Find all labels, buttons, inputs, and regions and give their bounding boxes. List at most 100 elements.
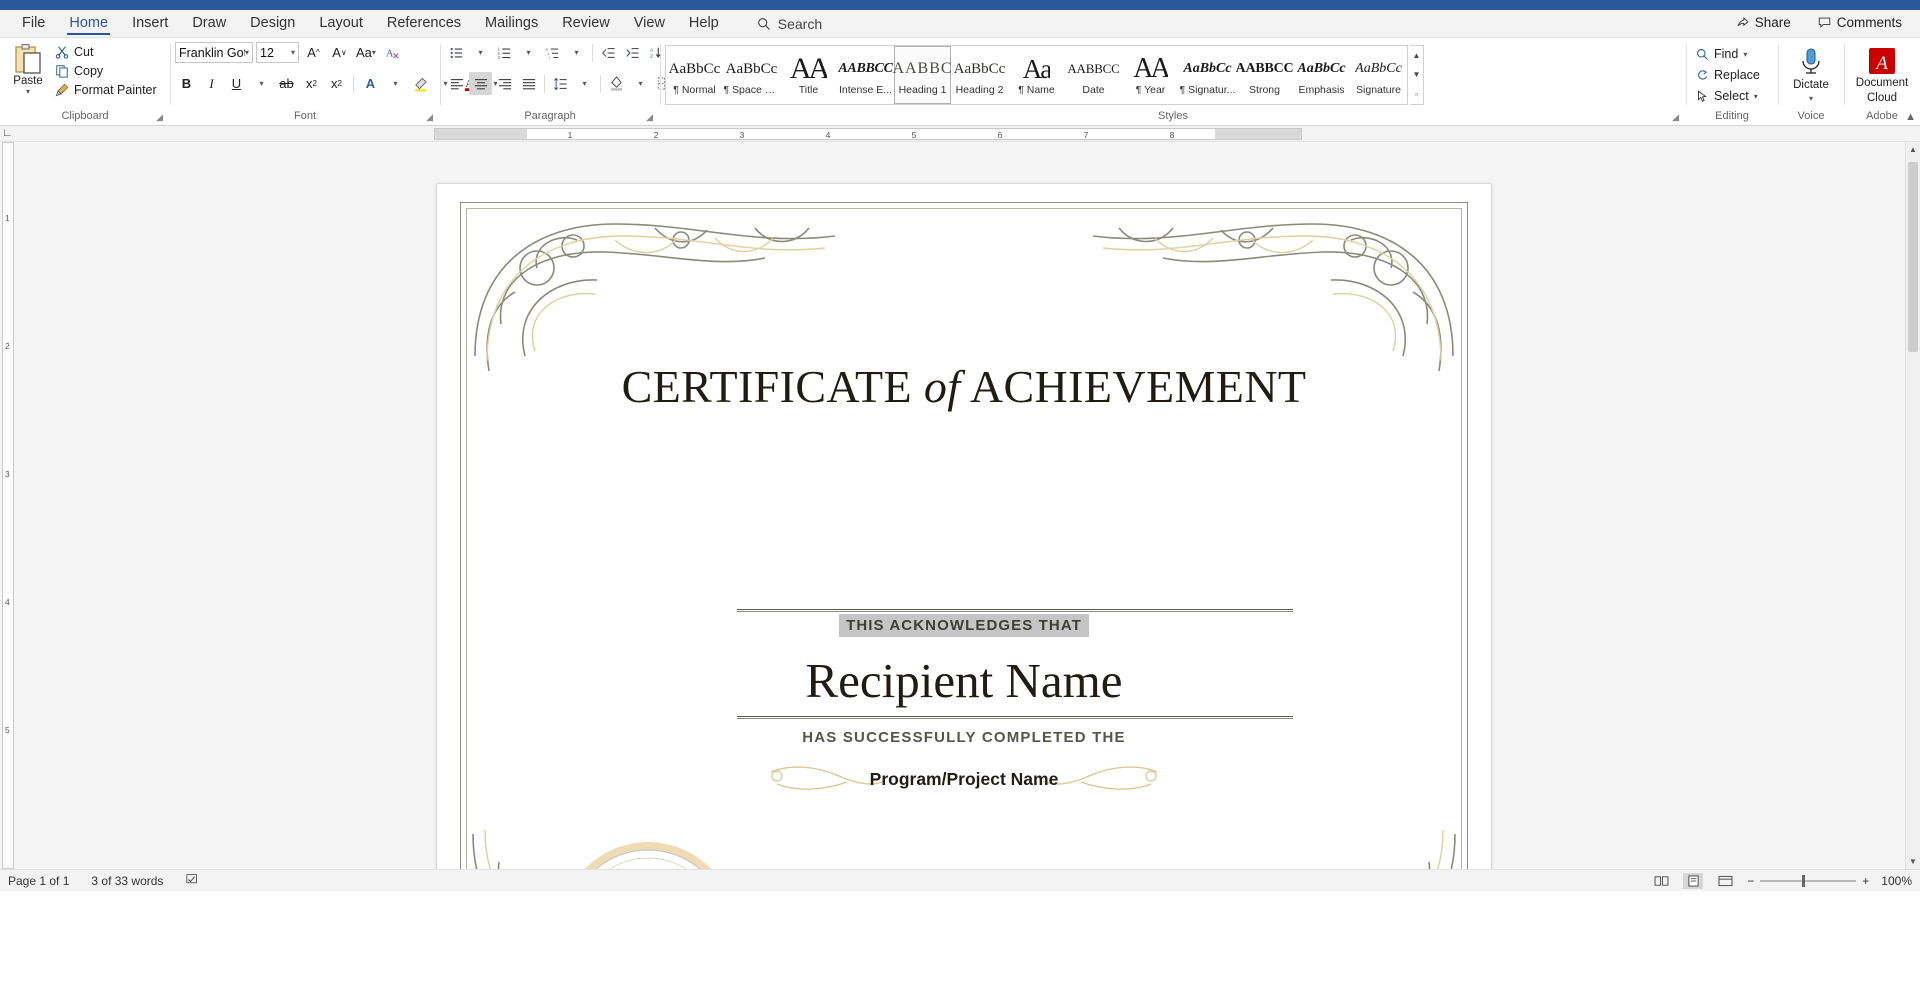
tab-view[interactable]: View [622,12,677,37]
cut-button[interactable]: Cut [53,44,161,60]
font-name-input[interactable]: Franklin Gothic I ▾ [175,42,253,63]
program-name[interactable]: Program/Project Name [437,769,1491,790]
bold-button[interactable]: B [175,72,198,95]
find-chevron-down-icon[interactable]: ▾ [1743,50,1747,59]
highlight-color-button[interactable] [409,72,432,95]
style-item-strong[interactable]: AABBCCStrong [1236,46,1293,104]
font-size-chevron-down-icon[interactable]: ▾ [291,48,295,57]
vertical-scrollbar[interactable]: ▲ ▼ [1905,142,1920,869]
select-button[interactable]: Select ▾ [1691,87,1763,105]
style-item-year[interactable]: AA¶ Year [1122,46,1179,104]
styles-more-icon[interactable]: ▫ [1410,85,1423,104]
paragraph-dialog-launcher[interactable]: ◢ [646,112,653,123]
style-item-normal[interactable]: AaBbCc¶ Normal [666,46,723,104]
style-item-intense-e[interactable]: AABBCCIntense E... [837,46,894,104]
zoom-slider[interactable]: − + [1747,874,1869,888]
shading-button[interactable] [605,72,628,95]
comments-button[interactable]: Comments [1807,11,1912,34]
format-painter-button[interactable]: Format Painter [53,82,161,98]
underline-button[interactable]: U [225,72,248,95]
style-item-heading-1[interactable]: AABBCHeading 1 [894,46,951,104]
clipboard-dialog-launcher[interactable]: ◢ [156,112,163,123]
page-count[interactable]: Page 1 of 1 [8,874,69,888]
align-left-button[interactable] [445,72,468,95]
tab-review[interactable]: Review [550,12,622,37]
collapse-ribbon-icon[interactable]: ▲ [1905,111,1916,123]
line-spacing-chevron-down-icon[interactable]: ▾ [573,72,596,95]
recipient-name[interactable]: Recipient Name [437,652,1491,709]
style-item-heading-2[interactable]: AaBbCcHeading 2 [951,46,1008,104]
share-button[interactable]: Share [1726,11,1801,34]
numbering-button[interactable]: 123 [493,41,516,64]
decrease-indent-button[interactable] [597,41,620,64]
clear-formatting-icon[interactable]: A [381,41,404,64]
select-chevron-down-icon[interactable]: ▾ [1754,92,1758,101]
underline-chevron-down-icon[interactable]: ▾ [250,72,273,95]
tab-mailings[interactable]: Mailings [473,12,550,37]
grow-font-button[interactable]: A^ [302,41,325,64]
zoom-out-icon[interactable]: − [1747,874,1754,888]
styles-scroll-down-icon[interactable]: ▼ [1410,65,1423,84]
tab-draw[interactable]: Draw [180,12,238,37]
search-box[interactable]: Search [757,16,822,37]
increase-indent-button[interactable] [621,41,644,64]
numbering-chevron-down-icon[interactable]: ▾ [517,41,540,64]
word-count[interactable]: 3 of 33 words [91,874,163,888]
replace-button[interactable]: Replace [1691,66,1765,84]
zoom-level[interactable]: 100% [1881,874,1912,888]
style-item-signatur[interactable]: AaBbCc¶ Signatur... [1179,46,1236,104]
line-spacing-button[interactable] [549,72,572,95]
dictate-chevron-down-icon[interactable]: ▾ [1809,94,1813,103]
paste-chevron-down-icon[interactable]: ▾ [26,87,30,96]
style-item-date[interactable]: AABBCCDate [1065,46,1122,104]
tab-layout[interactable]: Layout [307,12,375,37]
scroll-down-icon[interactable]: ▼ [1906,854,1920,869]
scroll-thumb[interactable] [1908,162,1918,352]
proofing-icon[interactable] [185,873,200,889]
multilevel-list-button[interactable]: a1i [541,41,564,64]
bullets-button[interactable] [445,41,468,64]
font-dialog-launcher[interactable]: ◢ [426,112,433,123]
style-item-name[interactable]: Aa¶ Name [1008,46,1065,104]
styles-gallery[interactable]: AaBbCc¶ NormalAaBbCc¶ Space B...AATitleA… [665,45,1408,105]
document-cloud-button[interactable]: A Document Cloud [1849,45,1915,105]
shrink-font-button[interactable]: A∨ [328,41,351,64]
copy-button[interactable]: Copy [53,63,161,79]
text-effects-chevron-down-icon[interactable]: ▾ [384,72,407,95]
justify-button[interactable] [517,72,540,95]
font-size-input[interactable]: 12 ▾ [256,42,299,63]
dictate-button[interactable]: Dictate ▾ [1783,45,1839,103]
tab-references[interactable]: References [375,12,473,37]
style-item-title[interactable]: AATitle [780,46,837,104]
horizontal-ruler[interactable]: 12345678 [434,128,1302,140]
align-center-button[interactable] [469,72,492,95]
style-item-signature[interactable]: AaBbCcSignature [1350,46,1407,104]
change-case-button[interactable]: Aa▾ [354,41,378,64]
font-name-chevron-down-icon[interactable]: ▾ [245,48,249,57]
find-button[interactable]: Find ▾ [1691,45,1752,63]
bullets-chevron-down-icon[interactable]: ▾ [469,41,492,64]
zoom-track[interactable] [1760,880,1856,882]
styles-scroll-up-icon[interactable]: ▲ [1410,46,1423,65]
vertical-ruler[interactable]: 12345 [2,142,14,869]
scroll-up-icon[interactable]: ▲ [1906,142,1920,157]
web-layout-button[interactable] [1715,873,1735,889]
print-layout-button[interactable] [1683,873,1703,889]
shading-chevron-down-icon[interactable]: ▾ [629,72,652,95]
italic-button[interactable]: I [200,72,223,95]
strikethrough-button[interactable]: ab [275,72,298,95]
superscript-button[interactable]: x2 [325,72,348,95]
style-item-emphasis[interactable]: AaBbCcEmphasis [1293,46,1350,104]
tab-design[interactable]: Design [238,12,307,37]
completed-text[interactable]: HAS SUCCESSFULLY COMPLETED THE [437,729,1491,746]
tab-stop-selector[interactable]: ∟ [2,127,13,139]
multilevel-chevron-down-icon[interactable]: ▾ [565,41,588,64]
document-page[interactable]: CERTIFICATE of ACHIEVEMENT THIS ACKNOWLE… [437,184,1491,869]
align-right-button[interactable] [493,72,516,95]
styles-gallery-scroll[interactable]: ▲ ▼ ▫ [1410,45,1424,105]
read-mode-button[interactable] [1651,873,1671,889]
acknowledges-text[interactable]: THIS ACKNOWLEDGES THAT [839,614,1089,637]
tab-help[interactable]: Help [677,12,731,37]
styles-dialog-launcher[interactable]: ◢ [1672,112,1679,123]
subscript-button[interactable]: x2 [300,72,323,95]
